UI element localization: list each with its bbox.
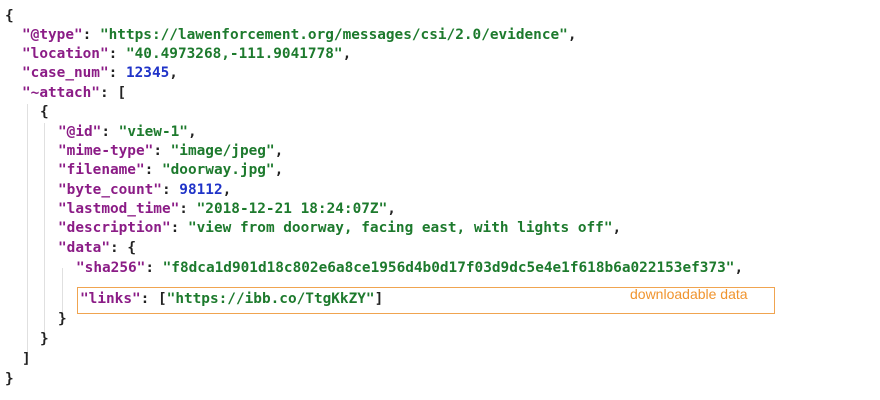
json-line: "lastmod_time": "2018-12-21 18:24:07Z",: [58, 201, 396, 217]
close-brace: }: [5, 371, 14, 387]
lastmod-time-key: "lastmod_time": [58, 201, 180, 217]
indent-guide: [44, 123, 45, 336]
data-key: "data": [58, 240, 110, 256]
json-line: "location": "40.4973268,-111.9041778",: [22, 46, 352, 62]
json-line: "data": {: [58, 240, 136, 256]
json-line: "~attach": [: [22, 85, 126, 101]
case-num-value: 12345: [125, 65, 170, 81]
id-key: "@id": [58, 124, 102, 140]
location-value: "40.4973268,-111.9041778": [125, 46, 343, 62]
type-key: "@type": [22, 27, 83, 43]
byte-count-value: 98112: [179, 182, 223, 198]
id-value: "view-1": [118, 124, 188, 140]
attachment-open-brace: {: [40, 104, 49, 120]
json-line: "mime-type": "image/jpeg",: [58, 143, 284, 159]
json-line: ]: [22, 350, 31, 369]
json-line: "@id": "view-1",: [58, 124, 197, 140]
downloadable-data-annotation: downloadable data: [630, 286, 748, 302]
attachment-close-brace: }: [40, 331, 49, 347]
lastmod-time-value: "2018-12-21 18:24:07Z": [196, 201, 388, 217]
json-line: "case_num": 12345,: [22, 65, 178, 81]
location-key: "location": [22, 46, 109, 62]
json-line: }: [40, 330, 49, 349]
sha256-key: "sha256": [76, 260, 146, 276]
json-line: }: [58, 310, 67, 329]
open-brace: {: [5, 8, 14, 24]
byte-count-key: "byte_count": [58, 182, 162, 198]
sha256-value: "f8dca1d901d18c802e6a8ce1956d4b0d17f03d9…: [162, 260, 735, 276]
json-viewer: { "@type": "https://lawenforcement.org/m…: [0, 0, 880, 400]
filename-value: "doorway.jpg": [161, 162, 275, 178]
filename-key: "filename": [58, 162, 145, 178]
data-close-brace: }: [58, 311, 67, 327]
json-line: "byte_count": 98112,: [58, 182, 232, 198]
description-value: "view from doorway, facing east, with li…: [187, 220, 613, 236]
json-line: "description": "view from doorway, facin…: [58, 220, 622, 236]
json-line: {: [40, 103, 49, 122]
indent-guide: [27, 104, 28, 356]
json-line: "sha256": "f8dca1d901d18c802e6a8ce1956d4…: [76, 260, 744, 276]
type-value: "https://lawenforcement.org/messages/csi…: [99, 27, 568, 43]
json-line: {: [5, 7, 14, 26]
case-num-key: "case_num": [22, 65, 109, 81]
attach-open-bracket: [: [117, 85, 126, 101]
json-line: "@type": "https://lawenforcement.org/mes…: [22, 27, 577, 43]
json-line: }: [5, 370, 14, 389]
description-key: "description": [58, 220, 171, 236]
attach-close-bracket: ]: [22, 351, 31, 367]
data-open-brace: {: [127, 240, 136, 256]
mime-type-key: "mime-type": [58, 143, 154, 159]
json-line: "filename": "doorway.jpg",: [58, 162, 284, 178]
attach-key: "~attach": [22, 85, 100, 101]
mime-type-value: "image/jpeg": [170, 143, 275, 159]
